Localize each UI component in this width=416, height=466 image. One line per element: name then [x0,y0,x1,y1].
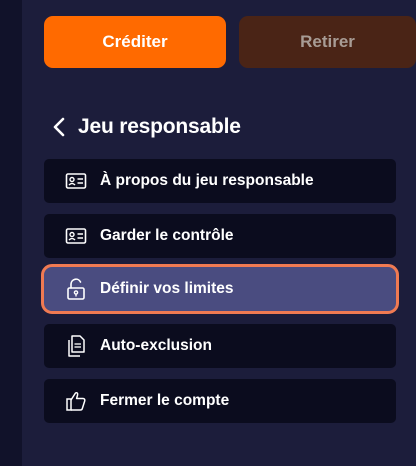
menu-item-self-exclusion[interactable]: Auto-exclusion [44,324,396,368]
unlock-icon [64,277,88,301]
section-header-back[interactable]: Jeu responsable [48,112,241,142]
menu-item-about-responsible-gaming[interactable]: À propos du jeu responsable [44,159,396,203]
section-title: Jeu responsable [78,115,241,138]
menu-item-label: Définir vos limites [100,280,234,297]
left-edge-strip [0,0,22,466]
menu-item-close-account[interactable]: Fermer le compte [44,379,396,423]
credit-button[interactable]: Créditer [44,16,226,68]
menu-item-label: Auto-exclusion [100,337,212,354]
withdraw-button[interactable]: Retirer [239,16,416,68]
chevron-left-icon[interactable] [48,116,70,138]
menu-item-label: Fermer le compte [100,392,230,409]
documents-icon [64,334,88,358]
menu-item-keep-control[interactable]: Garder le contrôle [44,214,396,258]
thumbs-up-icon [64,389,88,413]
id-card-icon [64,169,88,193]
id-card-icon [64,224,88,248]
menu-item-label: À propos du jeu responsable [100,172,314,189]
menu-item-set-limits[interactable]: Définir vos limites [41,264,399,314]
menu-item-label: Garder le contrôle [100,227,234,244]
